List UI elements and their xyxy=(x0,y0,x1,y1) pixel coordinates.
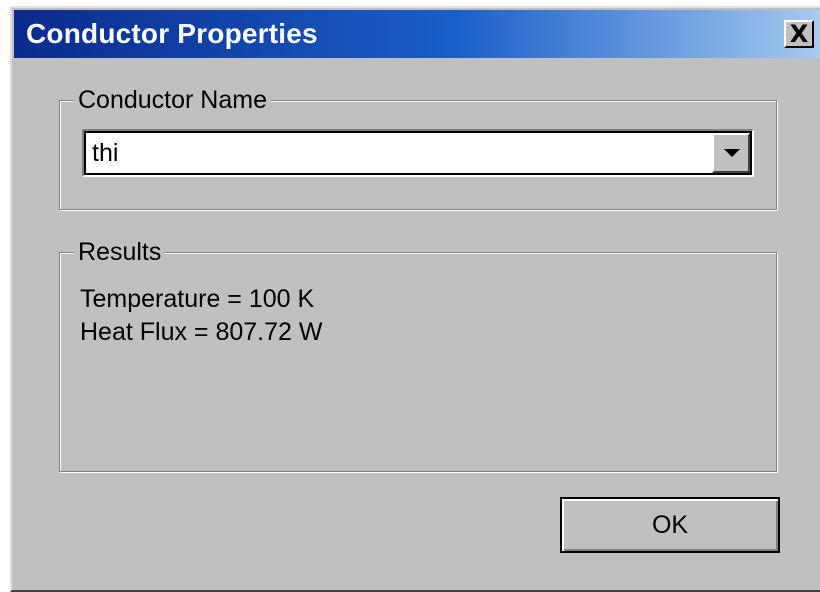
title-bar[interactable]: Conductor Properties X xyxy=(14,10,820,58)
conductor-name-group: Conductor Name thi xyxy=(59,85,777,210)
ok-button[interactable]: OK xyxy=(560,497,780,553)
temperature-result: Temperature = 100 K xyxy=(80,285,315,313)
results-text: Temperature = 100 K Heat Flux = 807.72 W xyxy=(80,283,322,349)
conductor-name-label: Conductor Name xyxy=(74,85,271,115)
chevron-down-icon[interactable] xyxy=(712,133,750,173)
heat-flux-result: Heat Flux = 807.72 W xyxy=(80,318,323,346)
close-icon: X xyxy=(789,20,809,48)
conductor-name-dropdown[interactable]: thi xyxy=(82,129,754,177)
conductor-name-value: thi xyxy=(92,139,119,167)
results-group: Results Temperature = 100 K Heat Flux = … xyxy=(59,237,777,472)
window-title: Conductor Properties xyxy=(26,18,318,49)
conductor-properties-dialog: Conductor Properties X Conductor Name th… xyxy=(10,6,820,592)
close-button[interactable]: X xyxy=(784,20,814,48)
results-label: Results xyxy=(74,237,166,267)
